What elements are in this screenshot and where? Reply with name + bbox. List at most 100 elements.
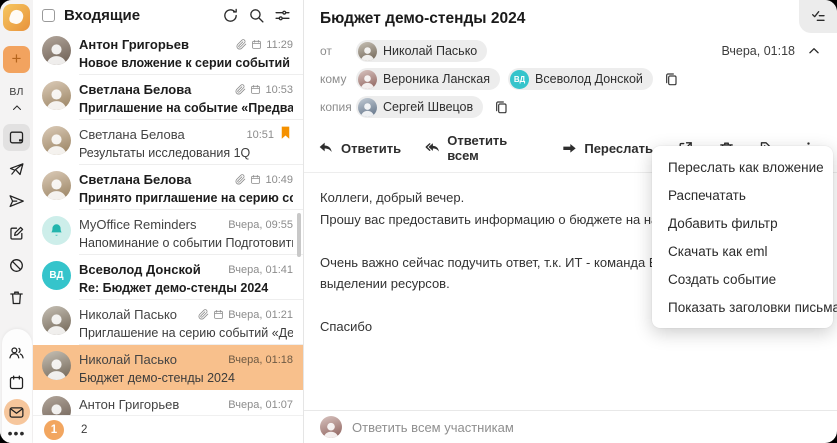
email-row[interactable]: Антон Григорьев 11:29 Новое вложение к с… (33, 30, 303, 75)
menu-item-print[interactable]: Распечатать (652, 181, 833, 209)
folder-drafts-icon[interactable] (3, 220, 30, 247)
email-meta: от Николай Пасько Вчера, 01:18 кому Веро… (304, 32, 837, 126)
folder-trash-icon[interactable] (3, 284, 30, 311)
myoffice-logo-icon[interactable] (3, 4, 30, 31)
copy-recipients-icon[interactable] (663, 71, 679, 87)
avatar (358, 97, 377, 117)
to-chip[interactable]: Вероника Ланская (356, 68, 501, 90)
email-subject: Re: Бюджет демо-стенды 2024 (79, 281, 269, 295)
attachment-icon (235, 174, 246, 185)
mail-app-window: + ВЛ ••• Входящие Антон Григорьев 11:29 … (0, 0, 837, 443)
to-chip[interactable]: ВД Всеволод Донской (508, 68, 653, 90)
folder-outbox-icon[interactable] (3, 188, 30, 215)
quick-reply-placeholder: Ответить всем участникам (352, 419, 514, 435)
cc-chip[interactable]: Сергей Швецов (356, 96, 484, 118)
calendar-app-icon[interactable] (3, 369, 30, 396)
chevron-up-icon[interactable] (11, 101, 23, 119)
avatar (42, 396, 71, 415)
avatar: ВД (510, 69, 530, 89)
attachment-icon (235, 84, 246, 95)
email-row[interactable]: Светлана Белова 10:53 Приглашение на соб… (33, 75, 303, 120)
email-sender: Антон Григорьев (79, 397, 180, 412)
tasks-checklist-button[interactable] (799, 0, 837, 33)
avatar (42, 351, 71, 380)
folder-inbox-icon[interactable] (3, 124, 30, 151)
email-sender: Николай Пасько (79, 307, 178, 322)
email-subject: Напоминание о событии Подготовить отчет… (79, 236, 293, 250)
folder-title: Входящие (64, 6, 141, 24)
email-time: Вчера, 01:07 (228, 398, 293, 411)
email-sender: MyOffice Reminders (79, 217, 197, 232)
search-icon[interactable] (248, 7, 265, 24)
email-row[interactable]: Николай Пасько Вчера, 01:21 Приглашение … (33, 300, 303, 345)
from-chip[interactable]: Николай Пасько (356, 40, 488, 62)
collapse-chevron-icon[interactable] (807, 44, 821, 58)
page-2-button[interactable]: 2 (81, 424, 87, 436)
email-sender: Светлана Белова (79, 172, 192, 187)
quick-reply-bar[interactable]: Ответить всем участникам (304, 410, 837, 443)
pagination: 1 2 (33, 415, 303, 443)
avatar: ВД (42, 261, 71, 290)
avatar (42, 306, 71, 335)
user-initials[interactable]: ВЛ (9, 86, 23, 98)
email-time: Вчера, 01:18 (228, 353, 293, 366)
page-1-button[interactable]: 1 (44, 419, 64, 440)
email-subject: Принято приглашение на серию событий «… (79, 191, 293, 205)
email-row[interactable]: ВД Всеволод Донской Вчера, 01:41 Re: Бюд… (33, 255, 303, 300)
email-list-panel: Входящие Антон Григорьев 11:29 Новое вло… (33, 0, 304, 443)
avatar (42, 36, 71, 65)
email-subject-title: Бюджет демо-стенды 2024 (320, 10, 526, 27)
from-label: от (320, 44, 332, 58)
forward-icon (563, 144, 577, 153)
reply-button[interactable]: Ответить (318, 140, 401, 156)
email-date: Вчера, 01:18 (721, 44, 795, 58)
avatar (358, 41, 377, 61)
app-sidebar: + ВЛ ••• (0, 0, 33, 443)
contacts-app-icon[interactable] (3, 339, 30, 366)
menu-item-forward-as-attachment[interactable]: Переслать как вложение (652, 153, 833, 181)
email-time: 11:29 (266, 38, 293, 51)
email-subject: Новое вложение к серии событий «Аналити… (79, 56, 293, 70)
to-label: кому (320, 72, 347, 86)
menu-item-show-headers[interactable]: Показать заголовки письма (652, 293, 837, 321)
list-header: Входящие (33, 0, 303, 30)
reply-all-button[interactable]: Ответить всем (425, 133, 537, 163)
folder-spam-icon[interactable] (3, 252, 30, 279)
select-all-checkbox[interactable] (42, 8, 55, 22)
email-rows: Антон Григорьев 11:29 Новое вложение к с… (33, 30, 303, 415)
scrollbar-thumb[interactable] (297, 213, 301, 257)
reply-all-icon (425, 143, 439, 152)
event-icon (252, 39, 262, 49)
email-sender: Всеволод Донской (79, 262, 201, 277)
email-time: 10:51 (246, 128, 274, 141)
menu-item-add-filter[interactable]: Добавить фильтр (652, 209, 833, 237)
avatar (358, 69, 377, 89)
avatar (320, 416, 342, 438)
filter-settings-icon[interactable] (274, 7, 291, 24)
email-row[interactable]: Светлана Белова 10:49 Принято приглашени… (33, 165, 303, 210)
avatar (42, 81, 71, 110)
copy-recipients-icon[interactable] (493, 99, 509, 115)
menu-item-create-event[interactable]: Создать событие (652, 265, 833, 293)
folder-sent-icon[interactable] (3, 156, 30, 183)
reminder-bell-icon (42, 216, 71, 245)
refresh-icon[interactable] (222, 7, 239, 24)
email-time: 10:49 (265, 173, 293, 186)
event-icon (214, 309, 224, 319)
context-menu: Переслать как вложение Распечатать Добав… (652, 146, 837, 328)
menu-item-download-eml[interactable]: Скачать как eml (652, 237, 833, 265)
mail-app-icon[interactable] (3, 399, 30, 425)
email-sender: Антон Григорьев (79, 37, 189, 52)
email-time: 10:53 (265, 83, 293, 96)
more-apps-icon[interactable]: ••• (8, 426, 26, 440)
email-row[interactable]: MyOffice Reminders Вчера, 09:55 Напомина… (33, 210, 303, 255)
reply-icon (319, 142, 332, 152)
forward-button[interactable]: Переслать (561, 140, 653, 156)
email-row-selected[interactable]: Николай Пасько Вчера, 01:18 Бюджет демо-… (33, 345, 303, 390)
email-time: Вчера, 01:21 (228, 308, 293, 321)
email-row[interactable]: Светлана Белова 10:51 Результаты исследо… (33, 120, 303, 165)
flag-bookmark-icon[interactable] (278, 125, 293, 145)
email-row[interactable]: Антон Григорьев Вчера, 01:07 (33, 390, 303, 415)
email-sender: Николай Пасько (79, 352, 178, 367)
compose-plus-button[interactable]: + (3, 46, 30, 73)
